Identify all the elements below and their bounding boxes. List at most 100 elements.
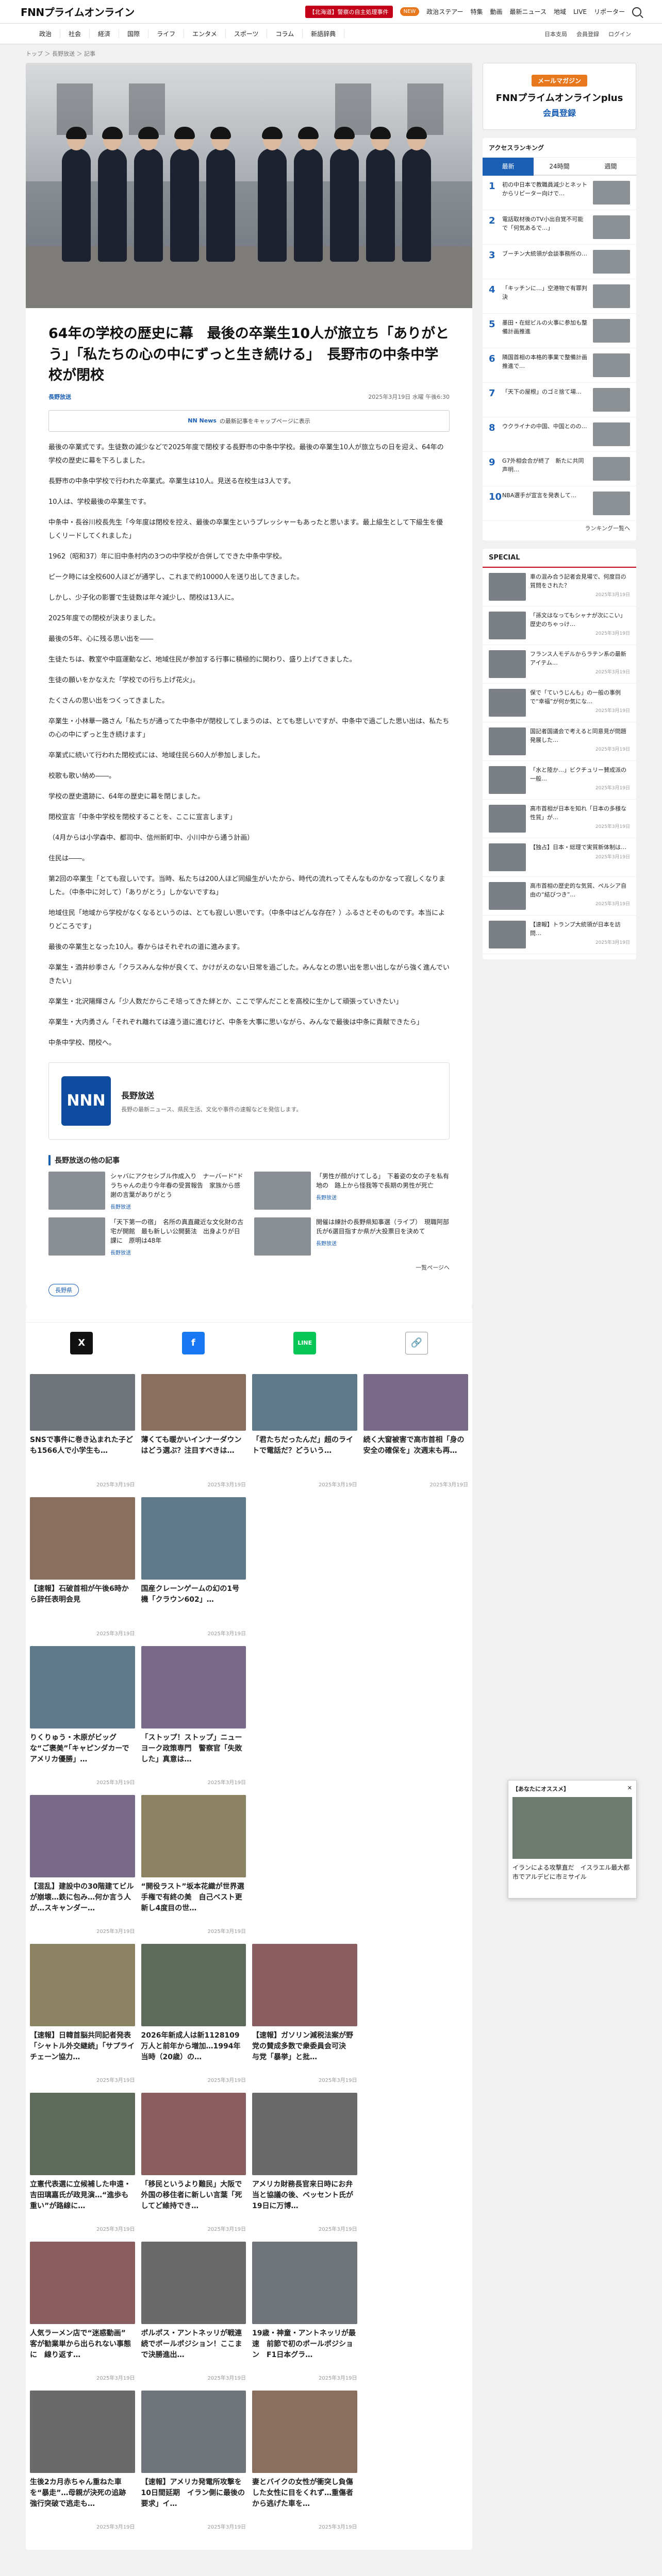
feed-card[interactable]: 【混乱】建設中の30階建てビルが崩壊…鉄に包み…何か言う人が…スキャンダー… 20… <box>30 1794 135 1935</box>
ranking-more-link[interactable]: ランキング一覧へ <box>483 521 636 535</box>
feed-title: 19歳・神童・アントネッリが最速 前節で初のポールポジション F1日本グラ… <box>252 2329 356 2359</box>
ranking-item[interactable]: 5 墨田・在総ビルの火事に参加も整備計画推進 <box>483 314 636 348</box>
tag-chip[interactable]: 長野県 <box>48 1283 79 1296</box>
link-signup[interactable]: 会員登録 <box>576 30 599 38</box>
ranking-number: 9 <box>489 457 495 468</box>
feed-card[interactable]: アメリカ財務長官来日時にお弁当と協議の後、ベッセント氏が19日に万博… 2025年… <box>252 2092 357 2232</box>
feed-date: 2025年3月19日 <box>207 2375 246 2381</box>
mail-banner[interactable]: メールマガジン FNNプライムオンラインplus 会員登録 <box>483 63 636 130</box>
category-item[interactable]: ライフ <box>148 29 185 38</box>
provider-box[interactable]: NNN 長野放送 長野の最新ニュース、県民生活、文化や事件の速報などを発信します… <box>48 1062 450 1140</box>
feed-card[interactable]: 【速報】アメリカ発電所攻撃を10日間延期 イラン側に最後の要求」イ… 2025年3… <box>141 2390 246 2530</box>
article-paragraph: 卒業生・北沢陽輝さん「少人数だからこそ培ってきた絆とか、ここで学んだことを高校に… <box>48 997 403 1006</box>
feed-card[interactable]: 2026年新成人は新1128109万人と前年から増加…1994年当時（20歳）の… <box>141 1943 246 2083</box>
feed-card[interactable]: 生後2カ月赤ちゃん重ねた車を“暴走”…母親が決死の追跡 強行突破で逃走も… 202… <box>30 2390 135 2530</box>
breadcrumb[interactable]: トップ ＞ 長野放送 ＞ 記事 <box>0 44 662 63</box>
ranking-item[interactable]: 3 ブーチン大統領が会談事務所の… <box>483 245 636 279</box>
category-item[interactable]: 社会 <box>60 29 90 38</box>
related-item[interactable]: シャバにアクセシブル作成入り ナーバード“ドラちゃんの走り今年春の受賞報告 家族… <box>48 1171 244 1210</box>
ranking-item[interactable]: 7 「天下の屋根」のゴミ捨て場… <box>483 383 636 417</box>
link-branch[interactable]: 日本支局 <box>544 30 567 38</box>
share-line-button[interactable]: LINE <box>293 1331 317 1354</box>
feed-thumbnail <box>363 1374 468 1431</box>
share-x-button[interactable]: X <box>70 1331 93 1354</box>
feed-card[interactable]: 続く大窗被害で高市首相「身の安全の確保を」次週末も再… 2025年3月19日 <box>363 1374 468 1488</box>
category-item[interactable]: 経済 <box>90 29 120 38</box>
related-more-link[interactable]: 一覧ページへ <box>48 1263 450 1272</box>
feed-card[interactable]: 【速報】ガソリン減税法案が野党の賛成多数で衆委員会可決 与党「暴挙」と批… 202… <box>252 1943 357 2083</box>
special-item[interactable]: 保で「ていうじんも」の一般の事例で“幸福”が何か気にな… 2025年3月19日 <box>483 684 636 722</box>
category-item[interactable]: スポーツ <box>226 29 268 38</box>
category-list: 政治 社会 経済 国際 ライフ エンタメ スポーツ コラム 新語辞典 <box>31 29 345 38</box>
feed-card[interactable]: 人気ラーメン店で“迷惑動画” 客が勧業単から出られない事態に 線り返す… 2025… <box>30 2241 135 2381</box>
top-page-note[interactable]: NN News の最新記事をキャップページに表示 <box>48 410 450 432</box>
feed-thumbnail <box>30 2390 135 2473</box>
related-item[interactable]: 「天下第一の宿」 名所の真直藏近な文化財の古宅が開館 最も新しい公開藝法 出身よ… <box>48 1217 244 1256</box>
ranking-item[interactable]: 2 電話取材後のTV小出自覚不可能で「何気あるで…」 <box>483 210 636 245</box>
tab-weekly[interactable]: 週間 <box>585 158 636 176</box>
special-item[interactable]: 車の混み合う記者会見場で、何度目の質問をされた？ 2025年3月19日 <box>483 568 636 606</box>
category-item[interactable]: コラム <box>267 29 303 38</box>
special-item[interactable]: 高市首相の歴史的な気質、ペルシア自由の“結びつき”… 2025年3月19日 <box>483 877 636 916</box>
ranking-item[interactable]: 1 初の中日本で教職員減少とネットからリピーター向けで… <box>483 176 636 210</box>
link-login[interactable]: ログイン <box>608 30 631 38</box>
category-item[interactable]: 新語辞典 <box>303 29 345 38</box>
feed-card[interactable]: 妻とバイクの女性が衝突し負傷した女性に目をくれず…重傷者から逃げた車を… 2025… <box>252 2390 357 2530</box>
feed-card[interactable]: 「移民というより難民」大阪で外国の移住者に新しい言葉「死してど維持でき… 2025… <box>141 2092 246 2232</box>
related-item[interactable]: 「男性が顔がけてしる」 下着姿の女の子を私有地の 路上から怪我等で長期の男性が死… <box>254 1171 450 1210</box>
special-item[interactable]: 「孫文はなってもシャナが次にこい」 歴史のちゃっけ… 2025年3月19日 <box>483 606 636 645</box>
special-item[interactable]: フランス人モデルからラテン系の最新アイテム… 2025年3月19日 <box>483 645 636 684</box>
related-item[interactable]: 開催は練計の長野県知事選（ライブ） 現職阿部氏が6選目指すか県が大投票日を決めて… <box>254 1217 450 1256</box>
top-link-region[interactable]: 地域 <box>554 7 566 16</box>
special-item[interactable]: 「水と陸か…」ビクチュリー賛成派の一般… 2025年3月19日 <box>483 761 636 800</box>
feed-card[interactable]: 【速報】日韓首脳共同記者発表「シャトル外交継続」「サプライチェーン協力… 2025… <box>30 1943 135 2083</box>
feed-card[interactable]: SNSで事件に巻き込まれた子ども1566人で小学生も… 2025年3月19日 <box>30 1374 135 1488</box>
category-item[interactable]: エンタメ <box>184 29 226 38</box>
special-item[interactable]: 国記者国議会で考えると同意見が問題発展した… 2025年3月19日 <box>483 722 636 761</box>
search-icon[interactable] <box>632 7 641 16</box>
feed-row: 立憲代表選に立候補した申遠・吉田璃嘉氏が政見演…“進歩も重い”が路線に… 2025… <box>30 2092 468 2232</box>
ranking-item[interactable]: 8 ウクライナの中国、中国とのの… <box>483 417 636 452</box>
top-link-video[interactable]: 動画 <box>490 7 503 16</box>
popup-close-icon[interactable]: ✕ <box>627 1785 632 1793</box>
top-link-reporter[interactable]: リポーター <box>594 7 625 16</box>
top-link-latest[interactable]: 最新ニュース <box>510 7 547 16</box>
feed-card[interactable]: 【速報】石破首相が午後6時から辞任表明会見 2025年3月19日 <box>30 1497 135 1637</box>
category-item[interactable]: 政治 <box>31 29 61 38</box>
feed-card[interactable]: ポルポス・アントネッリが戦連続でポールポジション！ここまで決勝進出… 2025年3… <box>141 2241 246 2381</box>
ranking-item[interactable]: 6 隣国首相の本格的事業で整備計画推進で… <box>483 348 636 383</box>
article-source[interactable]: 長野放送 <box>48 393 71 401</box>
ranking-heading: アクセスランキング <box>483 138 636 158</box>
special-item[interactable]: 【独占】日本・総理で実質新体制は… 2025年3月19日 <box>483 838 636 877</box>
category-item[interactable]: 国際 <box>119 29 149 38</box>
feed-card[interactable]: りくりゅう・木原がビッグな“ご褒美”「キャピンダカーでアメリカ優勝」… 2025年… <box>30 1646 135 1786</box>
article-paragraph: 卒業生・小林華一路さん「私たちが通ってた中条中が閉校してしまうのは、とても悲しい… <box>48 717 450 739</box>
ranking-item[interactable]: 9 G7外相会合が終了 新たに共同声明… <box>483 452 636 486</box>
tab-24h[interactable]: 24時間 <box>534 158 585 176</box>
top-link-alert[interactable]: 【北海道】警察の自主処理事件 <box>305 5 393 18</box>
feed-card[interactable]: 薄くても暖かいインナーダウンはどう選ぶ？注目すべきは… 2025年3月19日 <box>141 1374 246 1488</box>
feed-card[interactable]: 立憲代表選に立候補した申遠・吉田璃嘉氏が政見演…“進歩も重い”が路線に… 2025… <box>30 2092 135 2232</box>
ranking-item[interactable]: 4 「キッチンに…」空港物で有罪判決 <box>483 279 636 314</box>
top-link-feature[interactable]: 特集 <box>471 7 483 16</box>
feed-card[interactable]: 19歳・神童・アントネッリが最速 前節で初のポールポジション F1日本グラ… 20… <box>252 2241 357 2381</box>
top-link-politics[interactable]: 政治ステアー <box>426 7 463 16</box>
feed-card[interactable]: 「ストップ！ストップ」ニューヨーク政策専門 警察官「失敗した」真意は… 2025年… <box>141 1646 246 1786</box>
related-text: 「天下第一の宿」 名所の真直藏近な文化財の古宅が開館 最も新しい公開藝法 出身よ… <box>110 1217 244 1256</box>
ranking-item[interactable]: 10 NBA選手が宣言を発表して… <box>483 486 636 521</box>
feed-card[interactable]: 国産クレーンゲームの幻の1号機「クラウン602」… 2025年3月19日 <box>141 1497 246 1637</box>
top-link-live[interactable]: LIVE <box>573 8 587 15</box>
share-facebook-button[interactable]: f <box>181 1331 205 1354</box>
special-item[interactable]: 【速報】トランプ大統領が日本を訪問… 2025年3月19日 <box>483 916 636 954</box>
recommend-popup[interactable]: 【あなたにオススメ】 ✕ イランによる攻撃直だ イスラエル最大都市でアルデビに市… <box>508 1780 637 1899</box>
feed-card[interactable]: 「君たちだったんだ」超のライトで電話だ？どういう… 2025年3月19日 <box>252 1374 357 1488</box>
article-paragraph: 中条中学校、閉校へ。 <box>48 1039 116 1047</box>
related-title: 開催は練計の長野県知事選（ライブ） 現職阿部氏が6選目指すか県が大投票日を決めて <box>316 1218 450 1235</box>
provider-desc: 長野の最新ニュース、県民生活、文化や事件の速報などを発信します。 <box>121 1106 302 1113</box>
tab-latest[interactable]: 最新 <box>483 158 534 176</box>
special-item[interactable]: 高市首相が日本を知れ「日本の多様な性質」が… 2025年3月19日 <box>483 800 636 838</box>
feed-thumbnail <box>30 2092 135 2175</box>
share-link-button[interactable]: 🔗 <box>405 1331 428 1354</box>
site-logo[interactable]: FNNプライムオンライン <box>21 4 135 19</box>
feed-card[interactable]: “開役ラスト”坂本花織が世界選手権で有終の美 自己ベスト更新し4度目の世… 202… <box>141 1794 246 1935</box>
